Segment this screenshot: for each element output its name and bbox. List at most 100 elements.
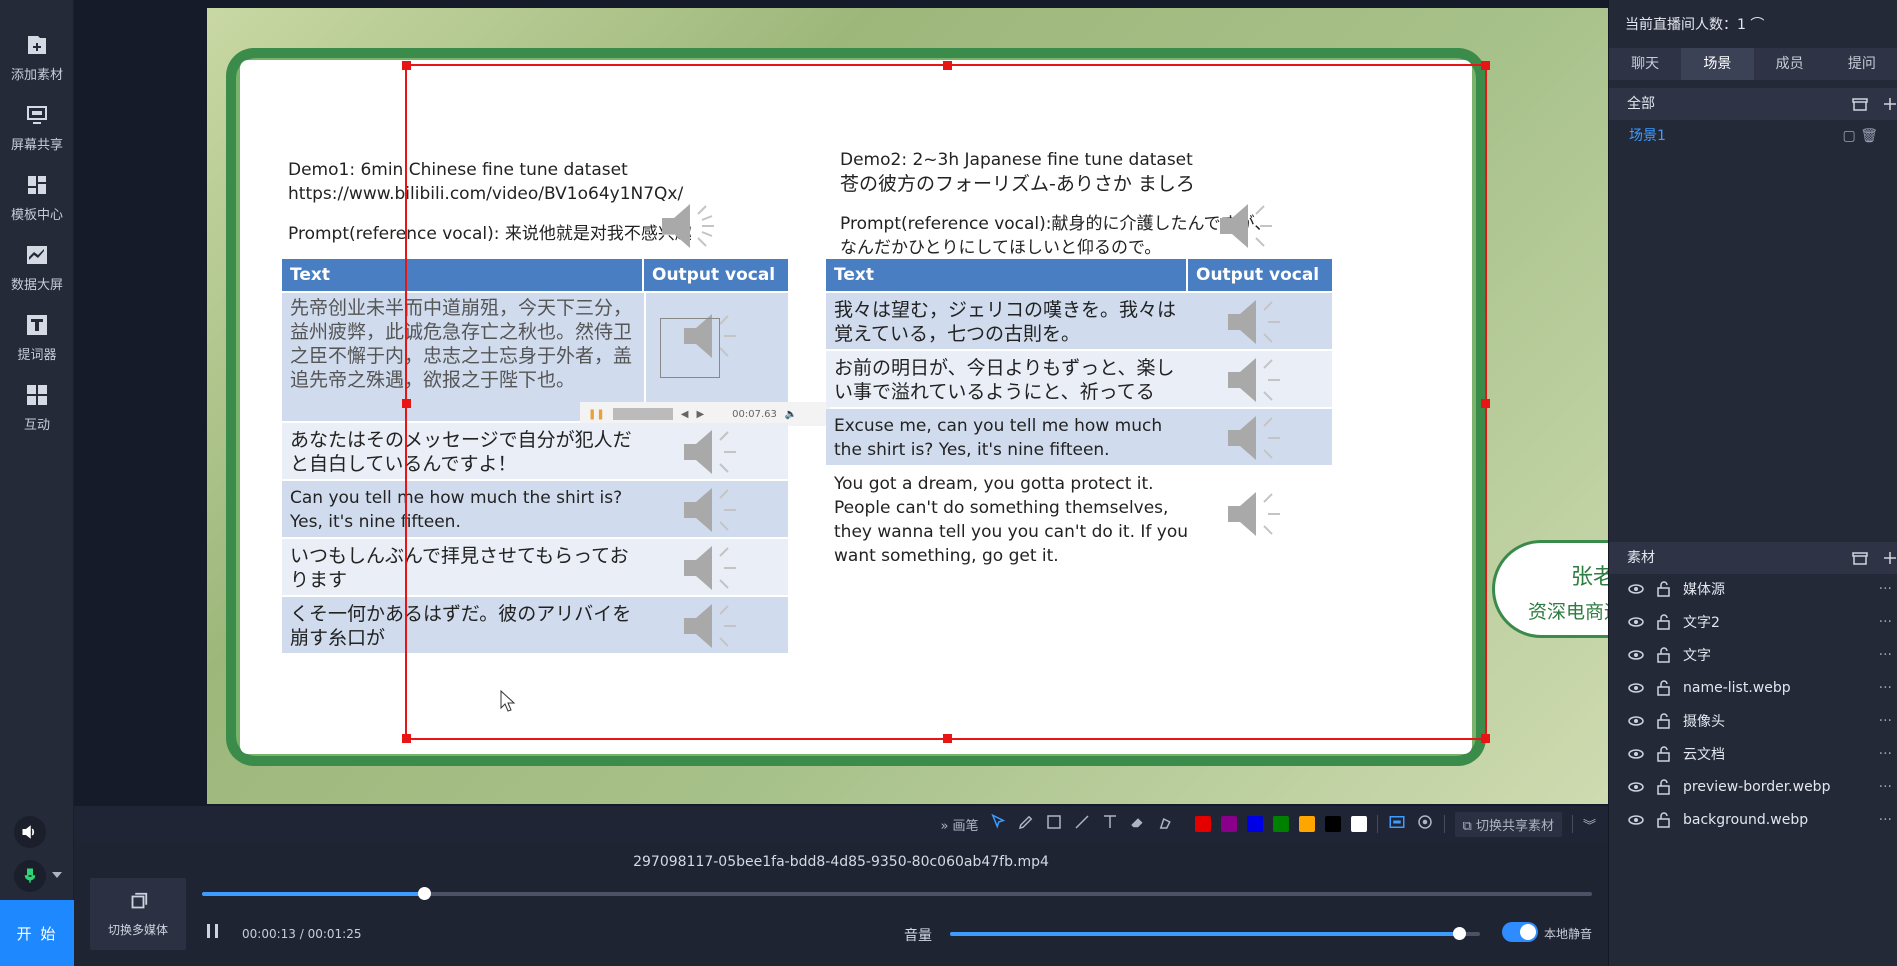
lock-open-icon[interactable] (1655, 712, 1673, 730)
speaker-icon[interactable] (680, 542, 742, 594)
collapse-icon[interactable]: ︾ (1583, 815, 1596, 834)
scene-actions[interactable]: ▢ 🗑 (1843, 122, 1878, 150)
play-icon[interactable]: ▶ (696, 409, 704, 420)
playback-progress-handle[interactable] (418, 887, 432, 900)
tab-members[interactable]: 成员 (1754, 48, 1826, 80)
local-mute-toggle[interactable] (1502, 922, 1538, 942)
list-item[interactable]: 文字2 ··· (1609, 605, 1897, 638)
more-icon[interactable]: ··· (1879, 680, 1892, 696)
speaker-icon[interactable] (680, 600, 742, 652)
color-swatch-blue[interactable] (1246, 816, 1263, 832)
speaker-icon[interactable] (680, 426, 742, 478)
speaker-icon[interactable] (680, 484, 742, 536)
tab-questions[interactable]: 提问 (1826, 48, 1897, 80)
speaker-icon[interactable] (1216, 200, 1278, 252)
list-item[interactable]: 摄像头 ··· (1609, 704, 1897, 737)
eraser-tool-icon[interactable] (1129, 813, 1147, 835)
eye-closed-icon[interactable]: ⌒ (1750, 17, 1764, 33)
material-store-icon[interactable] (1852, 550, 1868, 566)
lock-open-icon[interactable] (1655, 613, 1673, 631)
pen-toggle[interactable]: » 画笔 (940, 815, 978, 834)
line-tool-icon[interactable] (1073, 813, 1091, 835)
volume-handle[interactable] (1452, 927, 1466, 940)
lock-open-icon[interactable] (1655, 580, 1673, 598)
speaker-icon (22, 825, 35, 839)
speaker-icon[interactable] (1224, 488, 1286, 540)
color-swatch-red[interactable] (1194, 816, 1211, 832)
more-icon[interactable]: ··· (1879, 746, 1892, 762)
sidebar-item-teleprompter[interactable]: 提词器 (0, 302, 74, 372)
mini-player-track[interactable] (612, 408, 673, 420)
sidebar-item-data-screen[interactable]: 数据大屏 (0, 232, 74, 302)
sidebar-item-add-material[interactable]: 添加素材 (0, 22, 74, 92)
speaker-icon[interactable] (658, 200, 720, 252)
sidebar-item-interact[interactable]: 互动 (0, 372, 74, 442)
add-scene-icon[interactable] (1882, 96, 1897, 112)
more-icon[interactable]: ··· (1879, 647, 1892, 663)
eye-icon[interactable] (1627, 613, 1645, 631)
preview-canvas[interactable]: Demo1: 6min Chinese fine tune dataset ht… (207, 8, 1623, 804)
list-item[interactable]: 文字 ··· (1609, 638, 1897, 671)
lock-open-icon[interactable] (1655, 778, 1673, 796)
eye-icon[interactable] (1627, 580, 1645, 598)
pencil-tool-icon[interactable] (1017, 813, 1035, 835)
playback-progress-slider[interactable] (202, 887, 1592, 900)
speaker-icon[interactable] (1224, 412, 1286, 464)
color-swatch-white[interactable] (1350, 816, 1367, 832)
speaker-toggle-button[interactable] (14, 816, 46, 848)
color-swatch-orange[interactable] (1298, 816, 1315, 832)
switch-shared-material-button[interactable]: ⧉ 切换共享素材 (1454, 811, 1562, 837)
volume-icon[interactable]: 🔈 (785, 409, 797, 420)
scene-store-icon[interactable] (1852, 96, 1868, 112)
more-icon[interactable]: ··· (1879, 614, 1892, 630)
color-swatch-purple[interactable] (1220, 816, 1237, 832)
eye-icon[interactable] (1627, 712, 1645, 730)
eye-icon[interactable] (1627, 811, 1645, 829)
whiteboard-icon[interactable] (1388, 813, 1406, 835)
list-item[interactable]: 云文档 ··· (1609, 737, 1897, 770)
more-icon[interactable]: ··· (1879, 713, 1892, 729)
volume-slider[interactable] (950, 927, 1480, 940)
sidebar-item-template[interactable]: 模板中心 (0, 162, 74, 232)
list-item[interactable]: preview-border.webp ··· (1609, 770, 1897, 803)
lock-open-icon[interactable] (1655, 811, 1673, 829)
lock-open-icon[interactable] (1655, 745, 1673, 763)
color-swatch-black[interactable] (1324, 816, 1341, 832)
demo2-title: Demo2: 2~3h Japanese fine tune dataset (840, 150, 1193, 170)
pause-icon[interactable]: ❚❚ (588, 409, 605, 420)
rectangle-tool-icon[interactable] (1045, 813, 1063, 835)
speaker-icon[interactable] (1224, 354, 1286, 406)
start-live-button[interactable]: 开 始 (0, 900, 74, 966)
app-root: 添加素材 屏幕共享 模板中心 数据大屏 提词器 互动 开 始 Demo1: 6m… (0, 0, 1897, 966)
record-icon[interactable] (1416, 813, 1434, 835)
tab-chat[interactable]: 聊天 (1609, 48, 1681, 80)
lock-open-icon[interactable] (1655, 646, 1673, 664)
more-icon[interactable]: ··· (1879, 812, 1892, 828)
playback-time: 00:00:13 / 00:01:25 (242, 927, 362, 941)
lock-open-icon[interactable] (1655, 679, 1673, 697)
mic-dropdown-icon[interactable] (52, 872, 62, 878)
eye-icon[interactable] (1627, 778, 1645, 796)
pointer-tool-icon[interactable] (989, 813, 1007, 835)
eye-icon[interactable] (1627, 745, 1645, 763)
skip-back-icon[interactable]: ◀ (681, 409, 689, 420)
tab-scene[interactable]: 场景 (1681, 48, 1754, 80)
switch-media-button[interactable]: 切换多媒体 (90, 878, 186, 950)
list-item[interactable]: background.webp ··· (1609, 803, 1897, 836)
more-icon[interactable]: ··· (1879, 779, 1892, 795)
sidebar-item-screen-share[interactable]: 屏幕共享 (0, 92, 74, 162)
eye-icon[interactable] (1627, 646, 1645, 664)
clear-tool-icon[interactable] (1157, 813, 1175, 835)
microphone-toggle-button[interactable] (14, 860, 46, 892)
more-icon[interactable]: ··· (1879, 581, 1892, 597)
pause-icon[interactable] (204, 922, 222, 940)
list-item[interactable]: name-list.webp ··· (1609, 671, 1897, 704)
scene-item[interactable]: 场景1 ▢ 🗑 (1609, 122, 1897, 150)
add-material-icon[interactable] (1882, 550, 1897, 566)
color-swatch-green[interactable] (1272, 816, 1289, 832)
text-tool-icon[interactable] (1101, 813, 1119, 835)
name-card[interactable]: 张老师 资深电商运营专家 (1492, 540, 1623, 638)
eye-icon[interactable] (1627, 679, 1645, 697)
list-item[interactable]: 媒体源 ··· (1609, 572, 1897, 605)
speaker-icon[interactable] (1224, 296, 1286, 348)
